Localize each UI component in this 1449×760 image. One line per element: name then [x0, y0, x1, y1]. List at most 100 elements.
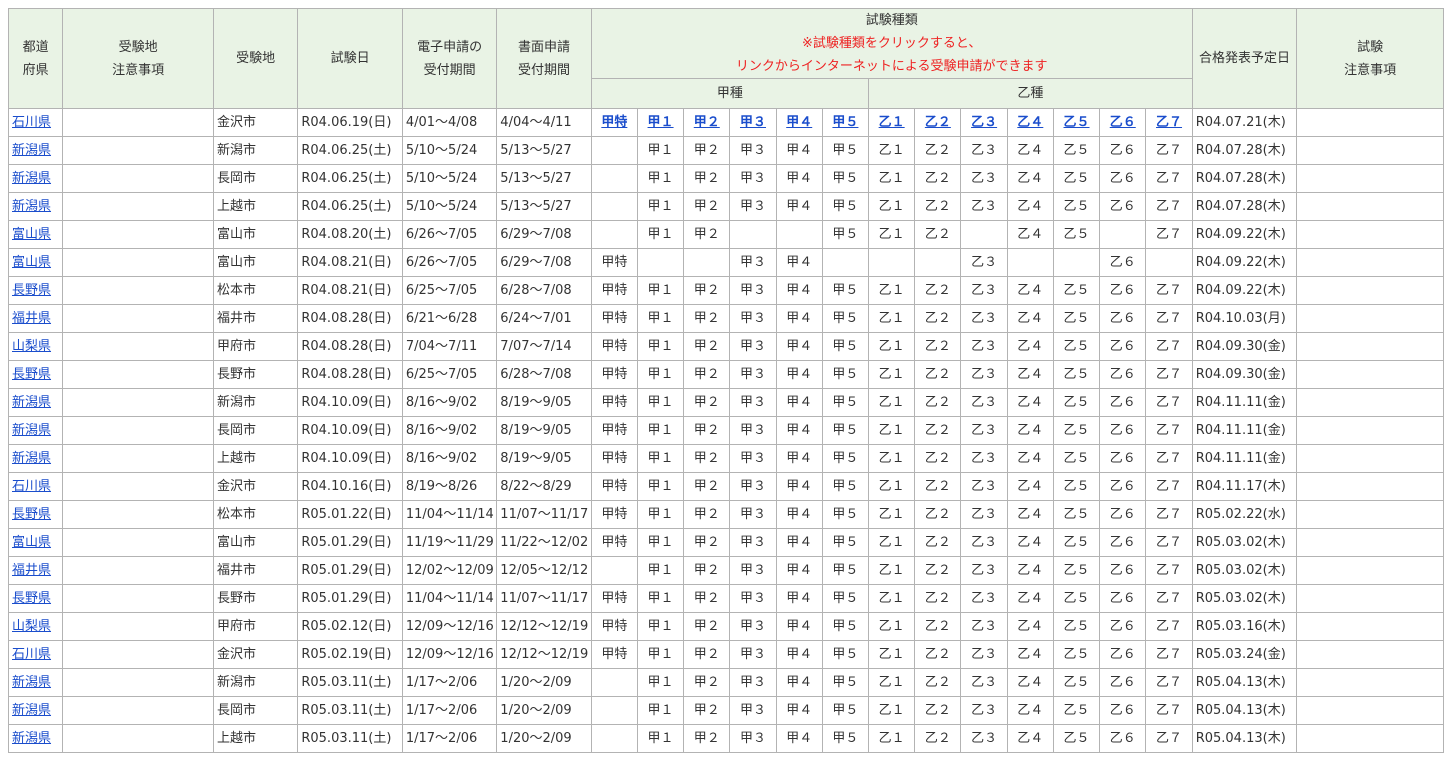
exam-type-cell: 甲５	[821, 276, 870, 305]
exam-type-cell: 乙３	[960, 696, 1008, 725]
paper-period: 1/20～2/09	[500, 675, 572, 690]
exam-type-cell: 乙７	[1145, 304, 1193, 333]
prefecture-link[interactable]: 長野県	[12, 367, 51, 382]
table-row: 長野県 長野市 R05.01.29(日) 11/04～11/14 11/07～11/17…	[7, 584, 1444, 613]
exam-notes-cell	[1296, 668, 1444, 697]
exam-type-label: 甲３	[739, 199, 766, 214]
exam-type-link[interactable]: 乙７	[1156, 115, 1182, 130]
paper-period: 12/12～12/19	[500, 619, 589, 634]
exam-type-link[interactable]: 甲特	[601, 115, 627, 130]
site-name: 新潟市	[216, 675, 256, 690]
exam-type-cell: 乙５	[1052, 304, 1101, 333]
prefecture-link[interactable]: 石川県	[12, 479, 51, 494]
exam-type-cell	[914, 248, 962, 277]
exam-notes-cell	[1296, 416, 1444, 445]
exam-type-label: 甲４	[786, 731, 813, 746]
site-notes-cell	[62, 612, 214, 641]
exam-type-cell: 乙６	[1099, 192, 1147, 221]
prefecture-link[interactable]: 新潟県	[12, 451, 51, 466]
exam-type-link[interactable]: 甲３	[740, 115, 766, 130]
prefecture-link[interactable]: 新潟県	[12, 143, 51, 158]
site-notes-cell	[62, 640, 214, 669]
header-result-date: 合格発表予定日	[1191, 8, 1298, 109]
exam-type-cell: 乙７	[1145, 276, 1193, 305]
exam-type-label: 乙５	[1063, 591, 1090, 606]
exam-type-label: 乙４	[1017, 563, 1044, 578]
exam-type-cell: 乙４	[1006, 668, 1054, 697]
site-name: 富山市	[216, 255, 256, 270]
prefecture-link[interactable]: 福井県	[12, 311, 51, 326]
exam-type-link[interactable]: 甲１	[648, 115, 674, 130]
exam-type-link[interactable]: 乙５	[1064, 115, 1090, 130]
electronic-period-cell: 8/19～8/26	[401, 472, 498, 501]
exam-type-label: 甲特	[601, 647, 628, 662]
exam-type-cell: 乙７	[1145, 612, 1193, 641]
prefecture-link[interactable]: 新潟県	[12, 731, 51, 746]
exam-date: R05.02.19(日)	[301, 647, 392, 662]
exam-date: R04.08.28(日)	[301, 339, 392, 354]
prefecture-link[interactable]: 福井県	[12, 563, 51, 578]
exam-type-link[interactable]: 甲５	[832, 115, 858, 130]
prefecture-link[interactable]: 石川県	[12, 647, 51, 662]
prefecture-link[interactable]: 石川県	[12, 115, 51, 130]
exam-type-label: 甲５	[832, 591, 859, 606]
exam-date-cell: R05.01.22(日)	[297, 500, 403, 529]
prefecture-link[interactable]: 新潟県	[12, 675, 51, 690]
exam-type-cell: 甲１	[636, 136, 685, 165]
exam-type-label: 乙４	[1017, 619, 1044, 634]
exam-type-cell: 乙６	[1099, 332, 1147, 361]
exam-type-cell: 乙２	[914, 640, 962, 669]
exam-type-cell: 乙２	[914, 444, 962, 473]
exam-type-label: 甲２	[693, 563, 720, 578]
result-date: R05.03.02(木)	[1195, 535, 1286, 550]
prefecture-link[interactable]: 富山県	[12, 535, 51, 550]
exam-type-link[interactable]: 甲４	[786, 115, 812, 130]
prefecture-link[interactable]: 富山県	[12, 227, 51, 242]
exam-type-link[interactable]: 乙２	[925, 115, 951, 130]
exam-type-label: 乙５	[1063, 367, 1090, 382]
prefecture-link[interactable]: 新潟県	[12, 199, 51, 214]
exam-type-link[interactable]: 甲２	[694, 115, 720, 130]
exam-type-cell: 乙６	[1099, 276, 1147, 305]
exam-type-label: 乙６	[1109, 283, 1136, 298]
site-notes-cell	[62, 248, 214, 277]
exam-type-cell: 甲５	[821, 500, 870, 529]
table-row: 福井県 福井市 R04.08.28(日) 6/21～6/28 6/24～7/01 甲特 甲１…	[7, 304, 1444, 333]
prefecture-link[interactable]: 新潟県	[12, 703, 51, 718]
prefecture-link[interactable]: 新潟県	[12, 395, 51, 410]
site-cell: 金沢市	[212, 108, 299, 137]
result-date: R05.03.02(木)	[1195, 591, 1286, 606]
prefecture-link[interactable]: 長野県	[12, 591, 51, 606]
exam-type-cell: 乙１	[868, 416, 916, 445]
exam-type-cell: 乙３	[960, 388, 1008, 417]
exam-type-label: 乙２	[924, 591, 951, 606]
exam-type-link[interactable]: 乙４	[1017, 115, 1043, 130]
exam-type-link[interactable]: 乙３	[971, 115, 997, 130]
result-date-cell: R05.02.22(水)	[1191, 500, 1298, 529]
site-name: 長岡市	[216, 423, 256, 438]
result-date: R04.07.28(木)	[1195, 171, 1286, 186]
exam-type-label: 甲２	[693, 171, 720, 186]
prefecture-link[interactable]: 富山県	[12, 255, 51, 270]
site-name: 長野市	[216, 591, 256, 606]
prefecture-link[interactable]: 新潟県	[12, 423, 51, 438]
exam-type-link[interactable]: 乙６	[1110, 115, 1136, 130]
prefecture-link[interactable]: 長野県	[12, 283, 51, 298]
prefecture-link[interactable]: 山梨県	[12, 339, 51, 354]
site-notes-cell	[62, 220, 214, 249]
paper-period-cell: 12/12～12/19	[496, 612, 592, 641]
prefecture-link[interactable]: 山梨県	[12, 619, 51, 634]
exam-type-link[interactable]: 乙１	[879, 115, 905, 130]
exam-type-label: 甲特	[601, 591, 628, 606]
paper-period: 6/29～7/08	[500, 255, 572, 270]
result-date: R05.04.13(木)	[1195, 703, 1286, 718]
exam-type-cell: 甲５	[821, 584, 870, 613]
prefecture-link[interactable]: 新潟県	[12, 171, 51, 186]
electronic-period: 5/10～5/24	[405, 143, 478, 158]
exam-type-label: 甲３	[739, 283, 766, 298]
prefecture-link[interactable]: 長野県	[12, 507, 51, 522]
exam-type-cell: 乙２	[914, 220, 962, 249]
exam-type-cell: 乙５	[1052, 332, 1101, 361]
exam-date-cell: R05.03.11(土)	[297, 724, 403, 753]
exam-notes-cell	[1296, 192, 1444, 221]
